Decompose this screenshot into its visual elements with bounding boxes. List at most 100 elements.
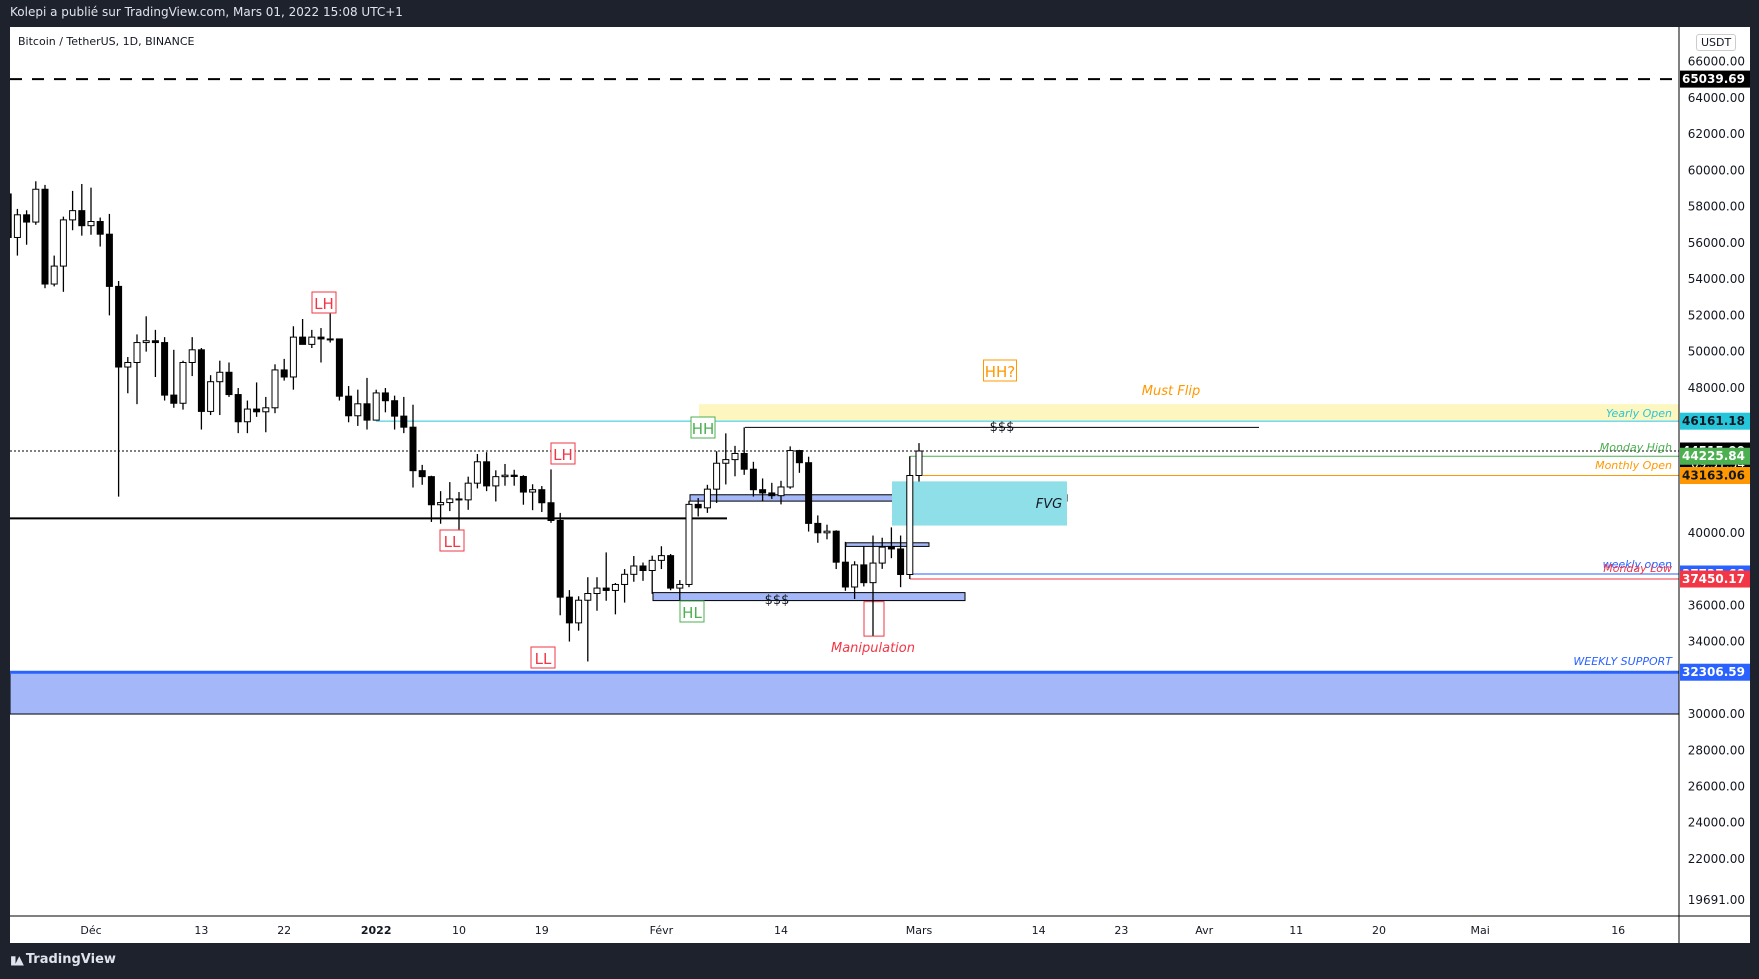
- candle[interactable]: [529, 489, 537, 493]
- candle[interactable]: [657, 555, 665, 561]
- candle[interactable]: [510, 474, 518, 477]
- candle[interactable]: [188, 349, 196, 363]
- candle[interactable]: [823, 530, 831, 534]
- candle[interactable]: [400, 415, 408, 428]
- candle[interactable]: [869, 562, 877, 584]
- candle[interactable]: [575, 599, 583, 624]
- candle[interactable]: [565, 596, 573, 624]
- candle[interactable]: [740, 452, 748, 470]
- candle[interactable]: [538, 489, 546, 504]
- candle[interactable]: [308, 336, 316, 345]
- candle[interactable]: [13, 214, 21, 238]
- candle[interactable]: [32, 188, 40, 223]
- candle[interactable]: [749, 468, 757, 491]
- candle[interactable]: [887, 546, 895, 550]
- candle[interactable]: [611, 583, 619, 591]
- candle[interactable]: [197, 349, 205, 412]
- candle[interactable]: [280, 369, 288, 378]
- candle[interactable]: [915, 450, 923, 477]
- candle[interactable]: [335, 338, 343, 397]
- candle[interactable]: [161, 342, 169, 396]
- candle[interactable]: [648, 559, 656, 572]
- candle[interactable]: [391, 400, 399, 417]
- candle[interactable]: [170, 394, 178, 404]
- candle[interactable]: [501, 474, 509, 478]
- candle[interactable]: [713, 462, 721, 490]
- candle[interactable]: [759, 489, 767, 494]
- candle[interactable]: [59, 219, 67, 267]
- candle[interactable]: [777, 486, 785, 497]
- candle[interactable]: [841, 561, 849, 588]
- candle[interactable]: [851, 564, 859, 588]
- candle[interactable]: [639, 565, 647, 572]
- candle[interactable]: [492, 476, 500, 487]
- candle[interactable]: [446, 498, 454, 504]
- candle[interactable]: [464, 482, 472, 501]
- candle[interactable]: [41, 188, 49, 285]
- candle[interactable]: [483, 461, 491, 487]
- candle[interactable]: [372, 392, 380, 421]
- candle[interactable]: [289, 336, 297, 378]
- candle[interactable]: [354, 403, 362, 417]
- candle[interactable]: [731, 452, 739, 461]
- candle[interactable]: [805, 462, 813, 524]
- candle[interactable]: [133, 342, 141, 363]
- candle[interactable]: [409, 426, 417, 472]
- candle[interactable]: [381, 392, 389, 402]
- candle[interactable]: [768, 492, 776, 497]
- candle[interactable]: [96, 221, 104, 235]
- candle[interactable]: [234, 394, 242, 423]
- candle[interactable]: [685, 503, 693, 585]
- range-zone[interactable]: [845, 542, 930, 547]
- must-flip-zone[interactable]: [699, 404, 1679, 421]
- candle[interactable]: [418, 470, 426, 478]
- candle[interactable]: [207, 381, 215, 412]
- candle[interactable]: [225, 371, 233, 396]
- candle[interactable]: [455, 498, 463, 501]
- candle[interactable]: [23, 214, 31, 223]
- candle[interactable]: [105, 233, 113, 287]
- candle[interactable]: [216, 371, 224, 383]
- candle[interactable]: [694, 503, 702, 509]
- candle[interactable]: [795, 450, 803, 464]
- candle[interactable]: [69, 210, 77, 221]
- candle[interactable]: [142, 340, 150, 344]
- candle[interactable]: [786, 450, 794, 488]
- candle[interactable]: [667, 555, 675, 589]
- tradingview-brand[interactable]: ▮▲ TradingView: [10, 952, 116, 967]
- candle[interactable]: [50, 265, 58, 285]
- candle[interactable]: [437, 502, 445, 506]
- candle[interactable]: [722, 459, 730, 464]
- candle[interactable]: [124, 361, 132, 368]
- candle[interactable]: [253, 408, 261, 413]
- candle[interactable]: [5, 193, 12, 238]
- candle[interactable]: [519, 475, 527, 493]
- candle[interactable]: [832, 530, 840, 563]
- candle[interactable]: [676, 583, 684, 589]
- candle[interactable]: [860, 564, 868, 584]
- candle[interactable]: [87, 221, 95, 227]
- weekly-support-zone[interactable]: [10, 671, 1679, 715]
- candle[interactable]: [556, 519, 564, 598]
- candle[interactable]: [427, 476, 435, 506]
- candle[interactable]: [243, 408, 251, 423]
- candle[interactable]: [271, 369, 279, 409]
- candle[interactable]: [179, 361, 187, 404]
- candle[interactable]: [703, 488, 711, 509]
- currency-button[interactable]: USDT: [1696, 34, 1737, 51]
- candle[interactable]: [78, 210, 86, 227]
- liquidity-zone[interactable]: [652, 592, 966, 602]
- candle[interactable]: [326, 338, 334, 341]
- candle[interactable]: [262, 407, 270, 413]
- candle[interactable]: [584, 593, 592, 601]
- candle[interactable]: [115, 285, 123, 368]
- candle[interactable]: [814, 522, 822, 534]
- candle[interactable]: [630, 565, 638, 575]
- candle[interactable]: [547, 502, 555, 521]
- candle[interactable]: [906, 475, 914, 575]
- candle[interactable]: [593, 587, 601, 595]
- candle[interactable]: [363, 403, 371, 421]
- candle[interactable]: [602, 587, 610, 591]
- candle[interactable]: [621, 573, 629, 585]
- candlestick-chart[interactable]: LH LH LL LL HH HL HH? Must Flip FVG $$$ $$$ Manipul…: [0, 0, 1759, 979]
